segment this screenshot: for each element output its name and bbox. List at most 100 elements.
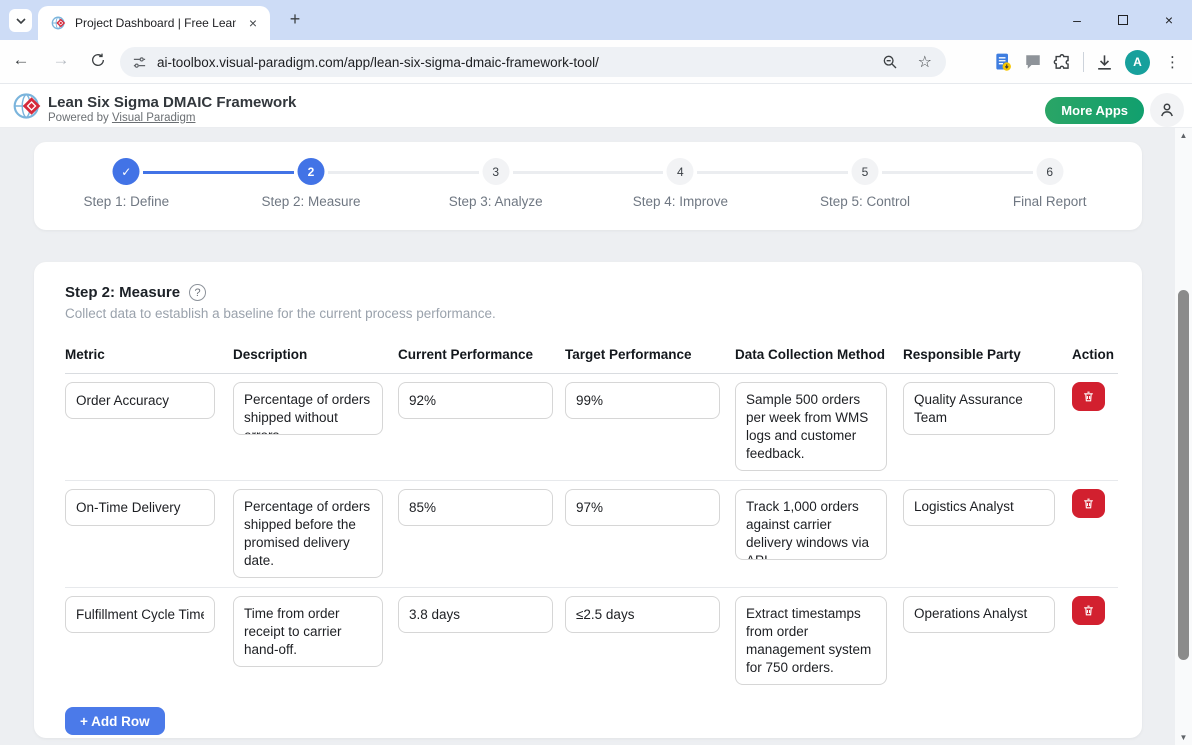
dmaic-stepper: ✓ Step 1: Define 2 Step 2: Measure 3 Ste… xyxy=(34,142,1142,230)
docs-offline-extension-icon[interactable] xyxy=(993,52,1013,72)
close-window-button[interactable]: × xyxy=(1146,0,1192,40)
current-performance-input[interactable] xyxy=(398,489,553,526)
more-apps-button[interactable]: More Apps xyxy=(1045,97,1144,124)
maximize-icon xyxy=(1118,15,1128,25)
trash-icon xyxy=(1082,390,1095,403)
tab-title: Project Dashboard | Free Lean S xyxy=(75,16,236,30)
metric-input[interactable] xyxy=(65,382,215,419)
favicon-icon xyxy=(51,15,67,31)
data-collection-method-input[interactable]: Extract timestamps from order management… xyxy=(735,596,887,685)
step-1-label: Step 1: Define xyxy=(34,194,219,209)
stepper-card: ✓ Step 1: Define 2 Step 2: Measure 3 Ste… xyxy=(34,142,1142,230)
data-collection-method-input[interactable]: Track 1,000 orders against carrier deliv… xyxy=(735,489,887,560)
browser-titlebar: Project Dashboard | Free Lean S × + – × xyxy=(0,0,1192,40)
stepper-step-analyze[interactable]: 3 Step 3: Analyze xyxy=(403,142,588,230)
scroll-down-icon[interactable]: ▼ xyxy=(1175,733,1192,742)
scroll-up-icon[interactable]: ▲ xyxy=(1175,131,1192,140)
extensions-puzzle-icon[interactable] xyxy=(1053,53,1072,72)
col-responsible-party: Responsible Party xyxy=(903,347,1072,362)
col-action: Action xyxy=(1072,347,1125,362)
current-performance-input[interactable] xyxy=(398,596,553,633)
description-input[interactable]: Percentage of orders shipped before the … xyxy=(233,489,383,578)
table-row: Percentage of orders shipped before the … xyxy=(65,481,1118,588)
maximize-button[interactable] xyxy=(1100,0,1146,40)
col-data-collection-method: Data Collection Method xyxy=(735,347,903,362)
stepper-step-final-report[interactable]: 6 Final Report xyxy=(957,142,1142,230)
minimize-button[interactable]: – xyxy=(1054,0,1100,40)
col-current-performance: Current Performance xyxy=(398,347,565,362)
window-controls: – × xyxy=(1054,0,1192,40)
comment-extension-icon[interactable] xyxy=(1024,53,1042,71)
delete-row-button[interactable] xyxy=(1072,596,1105,625)
step-6-indicator: 6 xyxy=(1036,158,1063,185)
table-row: Time from order receipt to carrier hand-… xyxy=(65,588,1118,685)
description-input[interactable]: Time from order receipt to carrier hand-… xyxy=(233,596,383,667)
stepper-step-control[interactable]: 5 Step 5: Control xyxy=(773,142,958,230)
nav-buttons: ← → xyxy=(10,50,112,70)
target-performance-input[interactable] xyxy=(565,382,720,419)
visual-paradigm-link[interactable]: Visual Paradigm xyxy=(112,112,196,124)
app-logo-icon xyxy=(12,90,44,122)
zoom-out-icon[interactable] xyxy=(882,54,898,70)
account-button[interactable] xyxy=(1150,93,1184,127)
reload-icon xyxy=(90,52,106,68)
target-performance-input[interactable] xyxy=(565,489,720,526)
page-scrollbar[interactable]: ▲ ▼ xyxy=(1175,128,1192,745)
chevron-down-icon xyxy=(16,18,26,24)
step-6-label: Final Report xyxy=(957,194,1142,209)
target-performance-input[interactable] xyxy=(565,596,720,633)
table-header: Metric Description Current Performance T… xyxy=(65,347,1118,374)
toolbar-extensions: A ⋮ xyxy=(993,46,1184,78)
step-3-indicator: 3 xyxy=(482,158,509,185)
table-row: Percentage of orders shipped without err… xyxy=(65,374,1118,481)
trash-icon xyxy=(1082,497,1095,510)
step-3-label: Step 3: Analyze xyxy=(403,194,588,209)
bookmark-star-icon[interactable]: ☆ xyxy=(918,52,932,72)
trash-icon xyxy=(1082,604,1095,617)
tab-close-icon[interactable]: × xyxy=(244,14,262,32)
url-text[interactable]: ai-toolbox.visual-paradigm.com/app/lean-… xyxy=(157,55,599,70)
delete-row-button[interactable] xyxy=(1072,489,1105,518)
powered-by-prefix: Powered by xyxy=(48,112,112,124)
address-bar[interactable]: ai-toolbox.visual-paradigm.com/app/lean-… xyxy=(120,47,946,77)
data-collection-method-input[interactable]: Sample 500 orders per week from WMS logs… xyxy=(735,382,887,471)
description-input[interactable]: Percentage of orders shipped without err… xyxy=(233,382,383,435)
step-2-label: Step 2: Measure xyxy=(219,194,404,209)
stepper-step-improve[interactable]: 4 Step 4: Improve xyxy=(588,142,773,230)
responsible-party-input[interactable]: Operations Analyst xyxy=(903,596,1055,633)
browser-profile-avatar[interactable]: A xyxy=(1125,50,1150,75)
browser-menu-icon[interactable]: ⋮ xyxy=(1161,53,1184,71)
address-bar-actions: ☆ xyxy=(882,52,932,72)
current-performance-input[interactable] xyxy=(398,382,553,419)
tab-search-button[interactable] xyxy=(9,9,32,32)
delete-row-button[interactable] xyxy=(1072,382,1105,411)
downloads-icon[interactable] xyxy=(1095,53,1114,72)
app-title: Lean Six Sigma DMAIC Framework xyxy=(48,94,296,111)
responsible-party-input[interactable]: Quality Assurance Team xyxy=(903,382,1055,435)
help-icon[interactable]: ? xyxy=(189,284,206,301)
responsible-party-input[interactable]: Logistics Analyst xyxy=(903,489,1055,526)
step-4-indicator: 4 xyxy=(667,158,694,185)
add-row-button[interactable]: + Add Row xyxy=(65,707,165,735)
col-metric: Metric xyxy=(65,347,233,362)
new-tab-button[interactable]: + xyxy=(283,8,307,32)
powered-by: Powered by Visual Paradigm xyxy=(48,112,195,124)
step-1-check-icon: ✓ xyxy=(113,158,140,185)
browser-tab[interactable]: Project Dashboard | Free Lean S × xyxy=(38,6,270,40)
scrollbar-thumb[interactable] xyxy=(1178,290,1189,660)
forward-button[interactable]: → xyxy=(50,50,72,70)
person-icon xyxy=(1158,101,1176,119)
section-subtitle: Collect data to establish a baseline for… xyxy=(65,306,1118,321)
metric-input[interactable] xyxy=(65,596,215,633)
back-button[interactable]: ← xyxy=(10,50,32,70)
stepper-step-measure[interactable]: 2 Step 2: Measure xyxy=(219,142,404,230)
site-settings-icon[interactable] xyxy=(132,55,147,70)
step-5-indicator: 5 xyxy=(852,158,879,185)
measure-card: Step 2: Measure ? Collect data to establ… xyxy=(34,262,1142,738)
col-target-performance: Target Performance xyxy=(565,347,735,362)
reload-button[interactable] xyxy=(90,52,112,68)
metric-input[interactable] xyxy=(65,489,215,526)
toolbar-separator xyxy=(1083,52,1084,72)
step-2-indicator: 2 xyxy=(298,158,325,185)
stepper-step-define[interactable]: ✓ Step 1: Define xyxy=(34,142,219,230)
